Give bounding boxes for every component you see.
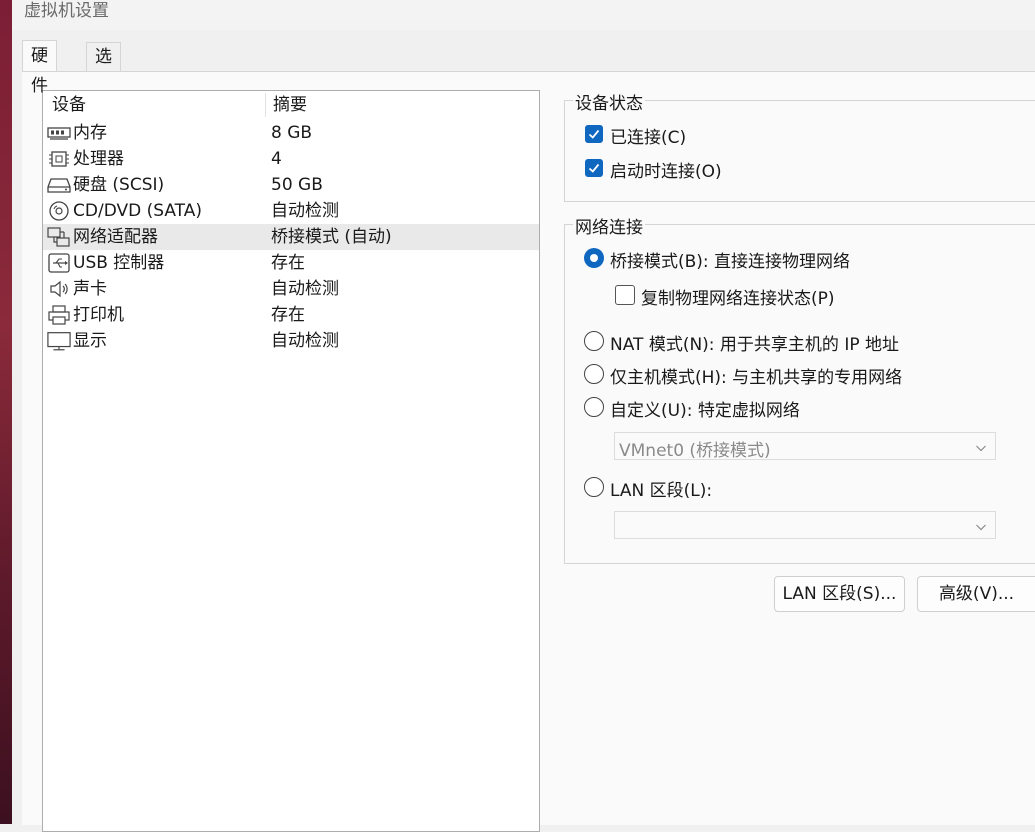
window-title: 虚拟机设置 [24, 1, 109, 21]
lan-segment-radio[interactable] [584, 477, 604, 497]
device-row-printer[interactable]: 打印机 存在 [43, 302, 539, 328]
device-row-cd-dvd[interactable]: CD/DVD (SATA) 自动检测 [43, 198, 539, 224]
column-separator [265, 93, 266, 117]
device-row-usb[interactable]: USB 控制器 存在 [43, 250, 539, 276]
device-summary: 自动检测 [271, 331, 339, 351]
sound-card-icon [47, 279, 71, 299]
memory-icon [47, 123, 71, 143]
tab-options[interactable]: 选项 [86, 42, 121, 95]
device-name: USB 控制器 [73, 253, 165, 273]
column-header-summary[interactable]: 摘要 [273, 91, 307, 119]
display-icon [47, 331, 71, 351]
advanced-button[interactable]: 高级(V)... [917, 576, 1035, 612]
device-name: 处理器 [73, 149, 124, 169]
device-name: 打印机 [73, 305, 124, 325]
connect-at-power-on-checkbox[interactable] [585, 159, 603, 177]
device-row-network-adapter[interactable]: 网络适配器 桥接模式 (自动) [43, 224, 539, 250]
network-connection-title: 网络连接 [573, 213, 645, 238]
device-list[interactable]: 设备 摘要 内存 8 GB 处理器 4 硬盘 (SCSI) 50 GB CD/D… [42, 90, 540, 832]
host-only-radio[interactable] [584, 364, 604, 384]
device-row-memory[interactable]: 内存 8 GB [43, 120, 539, 146]
device-status-title: 设备状态 [573, 89, 645, 114]
custom-network-value: VMnet0 (桥接模式) [619, 441, 771, 461]
device-summary: 存在 [271, 305, 305, 325]
device-row-harddisk[interactable]: 硬盘 (SCSI) 50 GB [43, 172, 539, 198]
connected-checkbox[interactable] [585, 125, 603, 143]
custom-network-select[interactable]: VMnet0 (桥接模式) [614, 432, 996, 461]
network-connection-group: 网络连接 桥接模式(B): 直接连接物理网络 复制物理网络连接状态(P) NAT… [564, 213, 1035, 564]
device-summary: 存在 [271, 253, 305, 273]
replicate-state-label[interactable]: 复制物理网络连接状态(P) [641, 284, 835, 309]
harddisk-icon [47, 175, 71, 195]
chevron-down-icon [975, 518, 987, 538]
device-summary: 4 [271, 149, 282, 169]
replicate-state-checkbox[interactable] [615, 285, 635, 305]
device-summary: 自动检测 [271, 279, 339, 299]
tab-hardware[interactable]: 硬件 [22, 40, 57, 96]
lan-segments-button[interactable]: LAN 区段(S)... [774, 576, 905, 612]
printer-icon [47, 305, 71, 325]
bridged-label[interactable]: 桥接模式(B): 直接连接物理网络 [610, 247, 850, 272]
device-name: 内存 [73, 123, 107, 143]
bridged-radio[interactable] [584, 248, 604, 268]
host-only-label[interactable]: 仅主机模式(H): 与主机共享的专用网络 [610, 363, 902, 388]
lan-segment-select[interactable] [614, 511, 996, 539]
network-adapter-icon [47, 227, 71, 247]
device-status-group: 设备状态 已连接(C) 启动时连接(O) [564, 89, 1035, 202]
device-row-display[interactable]: 显示 自动检测 [43, 328, 539, 354]
device-name: CD/DVD (SATA) [73, 201, 202, 221]
cpu-icon [47, 149, 71, 169]
device-row-sound-card[interactable]: 声卡 自动检测 [43, 276, 539, 302]
vm-settings-window: 虚拟机设置 硬件 选项 设备 摘要 内存 8 GB 处理器 4 [12, 0, 1035, 832]
device-summary: 桥接模式 (自动) [271, 227, 392, 247]
connect-at-power-on-label[interactable]: 启动时连接(O) [610, 157, 722, 182]
device-name: 声卡 [73, 279, 107, 299]
device-summary: 50 GB [271, 175, 323, 195]
custom-radio[interactable] [584, 397, 604, 417]
device-summary: 自动检测 [271, 201, 339, 221]
connected-label[interactable]: 已连接(C) [610, 123, 686, 148]
lan-segment-label[interactable]: LAN 区段(L): [610, 476, 712, 501]
cd-dvd-icon [47, 201, 71, 221]
column-header-device[interactable]: 设备 [52, 91, 86, 119]
usb-icon [47, 253, 71, 273]
nat-radio[interactable] [584, 331, 604, 351]
chevron-down-icon [975, 439, 987, 459]
title-bar: 虚拟机设置 [12, 0, 1035, 30]
nat-label[interactable]: NAT 模式(N): 用于共享主机的 IP 地址 [610, 330, 899, 355]
device-summary: 8 GB [271, 123, 313, 143]
device-name: 网络适配器 [73, 227, 158, 247]
checkmark-icon [588, 163, 600, 173]
device-name: 显示 [73, 331, 107, 351]
custom-label[interactable]: 自定义(U): 特定虚拟网络 [610, 396, 800, 421]
device-row-processor[interactable]: 处理器 4 [43, 146, 539, 172]
device-name: 硬盘 (SCSI) [73, 175, 165, 195]
checkmark-icon [588, 129, 600, 139]
